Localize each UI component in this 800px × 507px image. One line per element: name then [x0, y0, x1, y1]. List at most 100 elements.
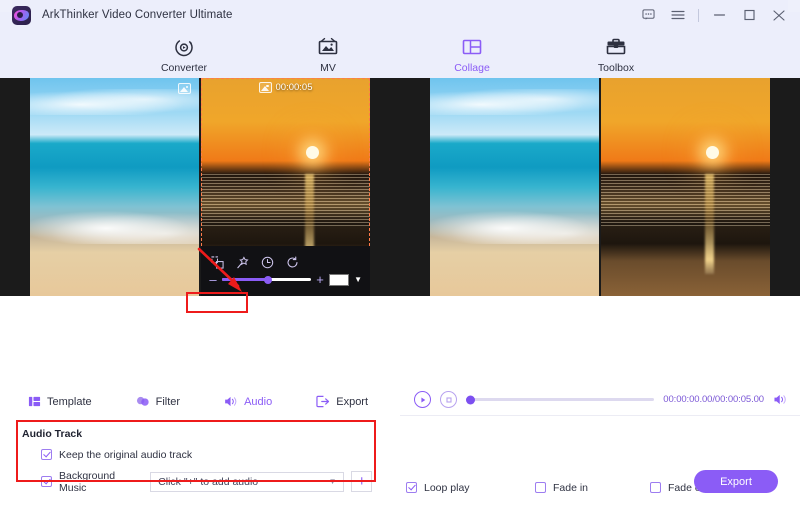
background-music-checkbox[interactable]: [41, 476, 52, 487]
collage-grid-preview: [430, 78, 770, 296]
template-icon: [28, 396, 41, 407]
preview-cell-1: [430, 78, 599, 296]
tab-label-audio: Audio: [244, 395, 273, 408]
loop-play-label: Loop play: [424, 481, 470, 494]
fade-in-row[interactable]: Fade in: [535, 482, 650, 494]
beach-photo-preview: [430, 78, 599, 296]
keep-original-label: Keep the original audio track: [59, 448, 193, 461]
preview-transport: 00:00:00.00/00:00:05.00: [400, 384, 800, 415]
stage-area: 00:00:05 – + ▼: [0, 78, 800, 388]
water-texture: [201, 173, 370, 227]
feedback-chat-icon[interactable]: [633, 2, 663, 28]
tab-transport-row: Template Filter Audio Export 00:00:00.00…: [0, 384, 800, 416]
window-corner-tr: [788, 0, 800, 12]
rotate-icon[interactable]: [286, 256, 299, 269]
nav-label-toolbox: Toolbox: [597, 61, 635, 74]
water-texture-preview: [601, 173, 770, 227]
mv-icon: [318, 37, 338, 54]
main-navigation: Converter MV Collage Toolbox: [0, 30, 800, 78]
collage-editor: 00:00:05 – + ▼: [0, 78, 400, 296]
chevron-down-icon[interactable]: ▼: [329, 477, 337, 486]
clip-volume-knob[interactable]: [264, 275, 273, 284]
nav-label-converter: Converter: [160, 61, 208, 74]
clip-toolbar-icons: [209, 256, 362, 269]
editor-tabs: Template Filter Audio Export: [0, 387, 400, 416]
nav-item-converter[interactable]: Converter: [145, 35, 223, 74]
app-logo-icon: [12, 5, 31, 25]
tab-export[interactable]: Export: [310, 393, 374, 410]
tab-label-filter: Filter: [155, 395, 181, 408]
app-title: ArkThinker Video Converter Ultimate: [42, 9, 233, 21]
background-music-row: Background Music Click "+" to add audio …: [22, 470, 372, 494]
keep-original-row[interactable]: Keep the original audio track: [22, 449, 372, 461]
background-music-select[interactable]: Click "+" to add audio ▼: [150, 471, 345, 492]
timecode-display: 00:00:00.00/00:00:05.00: [663, 394, 764, 405]
tab-label-template: Template: [47, 395, 92, 408]
clock-icon[interactable]: [261, 256, 274, 269]
sun-reflection-preview: [704, 173, 714, 275]
cell-duration-tag: 00:00:05: [201, 82, 370, 93]
nav-label-collage: Collage: [454, 61, 490, 74]
nav-label-mv: MV: [320, 61, 336, 74]
color-swatch[interactable]: [329, 273, 350, 286]
sunset-photo-preview: [601, 78, 770, 296]
tab-filter[interactable]: Filter: [130, 393, 186, 410]
window-corner-tl: [0, 0, 12, 12]
clip-volume-fill: [222, 278, 269, 281]
audio-settings-panel: Audio Track Keep the original audio trac…: [0, 415, 800, 507]
sun-glow-preview: [705, 145, 719, 159]
minimize-icon[interactable]: [704, 2, 734, 28]
toolbox-icon: [606, 38, 626, 54]
collage-icon: [462, 39, 482, 54]
image-badge-icon: [178, 83, 191, 94]
stop-icon[interactable]: [440, 391, 457, 408]
keep-original-checkbox[interactable]: [41, 449, 52, 460]
volume-plus-button[interactable]: +: [316, 273, 324, 286]
magic-wand-icon[interactable]: [236, 256, 249, 269]
tab-label-export: Export: [336, 395, 369, 408]
window-controls: [633, 2, 794, 28]
tab-audio[interactable]: Audio: [218, 393, 278, 410]
play-icon[interactable]: [414, 391, 431, 408]
beach-photo: [30, 78, 199, 296]
filter-icon: [136, 396, 149, 406]
seek-bar[interactable]: [466, 395, 655, 404]
clip-toolbar: – + ▼: [201, 246, 370, 296]
playback-options-row: Loop play Fade in Fade out: [406, 482, 709, 494]
export-button[interactable]: Export: [694, 470, 778, 493]
tab-template[interactable]: Template: [22, 393, 98, 410]
fade-in-label: Fade in: [553, 481, 589, 494]
background-music-value: Click "+" to add audio: [158, 475, 259, 488]
audio-track-title: Audio Track: [22, 427, 83, 440]
maximize-icon[interactable]: [734, 2, 764, 28]
nav-item-collage[interactable]: Collage: [433, 35, 511, 74]
add-audio-button[interactable]: +: [351, 471, 372, 492]
seek-knob[interactable]: [466, 395, 475, 404]
volume-minus-button[interactable]: –: [209, 273, 217, 286]
clip-volume-slider[interactable]: [222, 275, 312, 284]
fade-out-checkbox[interactable]: [650, 482, 661, 493]
cell-duration-text: 00:00:05: [275, 82, 313, 93]
chevron-down-icon[interactable]: ▼: [354, 275, 362, 284]
nav-item-toolbox[interactable]: Toolbox: [577, 35, 655, 74]
collage-preview: [400, 78, 800, 296]
hamburger-menu-icon[interactable]: [663, 2, 693, 28]
sun-glow: [305, 145, 319, 159]
image-badge-icon: [258, 82, 272, 93]
fade-in-checkbox[interactable]: [535, 482, 546, 493]
audio-track-group: Audio Track Keep the original audio trac…: [22, 428, 372, 494]
loop-play-checkbox[interactable]: [406, 482, 417, 493]
crop-icon[interactable]: [211, 256, 224, 269]
collage-cell-2[interactable]: 00:00:05 – + ▼: [201, 78, 370, 296]
application-window: ArkThinker Video Converter Ultimate Conv…: [0, 0, 800, 507]
clip-volume-row: – + ▼: [209, 273, 362, 286]
converter-icon: [175, 38, 193, 56]
speaker-icon[interactable]: [773, 393, 788, 406]
audio-speaker-icon: [225, 396, 237, 407]
preview-cell-2: [601, 78, 770, 296]
loop-play-row[interactable]: Loop play: [406, 482, 535, 494]
collage-cell-1[interactable]: [30, 78, 199, 296]
titlebar-divider: [698, 8, 699, 22]
nav-item-mv[interactable]: MV: [289, 35, 367, 74]
collage-grid-editor: 00:00:05 – + ▼: [30, 78, 370, 296]
